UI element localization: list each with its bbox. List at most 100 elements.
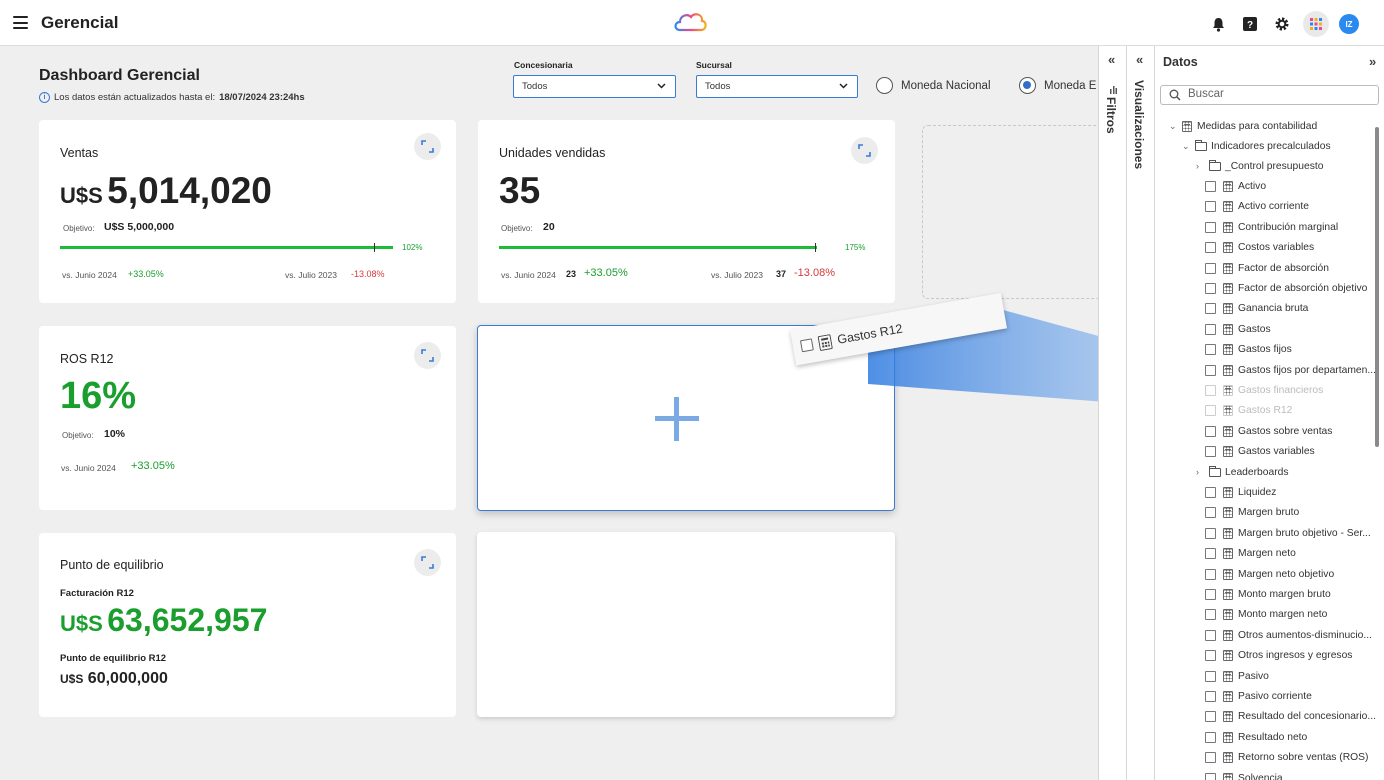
- tree-measure-item[interactable]: Solvencia: [1205, 769, 1283, 780]
- tree-measure-item[interactable]: Margen neto: [1205, 545, 1296, 563]
- calculator-icon: [1223, 670, 1233, 682]
- checkbox[interactable]: [1205, 527, 1216, 539]
- tree-measure-item[interactable]: Gastos sobre ventas: [1205, 422, 1332, 440]
- tree-measure-item[interactable]: Otros aumentos-disminucio...: [1205, 626, 1372, 644]
- checkbox[interactable]: [1205, 548, 1216, 560]
- tree-folder[interactable]: › Leaderboards: [1196, 463, 1289, 481]
- checkbox[interactable]: [1205, 670, 1216, 682]
- filtros-pane[interactable]: « Filtros: [1098, 46, 1126, 780]
- checkbox[interactable]: [1205, 507, 1216, 519]
- tree-measure-item[interactable]: Factor de absorción: [1205, 259, 1329, 277]
- filtros-label[interactable]: Filtros: [1104, 97, 1118, 134]
- datos-title: Datos: [1163, 55, 1198, 69]
- search-input[interactable]: Buscar: [1160, 85, 1379, 105]
- checkbox[interactable]: [1205, 629, 1216, 641]
- tree-measure-item[interactable]: Activo corriente: [1205, 198, 1309, 216]
- tree-item-label: Monto margen neto: [1238, 609, 1328, 621]
- calculator-icon: [1223, 425, 1233, 437]
- chevron-down-icon[interactable]: ⌄: [1182, 141, 1191, 152]
- tree-item-label: Retorno sobre ventas (ROS): [1238, 752, 1369, 764]
- tree-item-label: Gastos sobre ventas: [1238, 425, 1333, 437]
- chevron-right-icon[interactable]: ›: [1196, 467, 1205, 477]
- checkbox[interactable]: [1205, 262, 1216, 274]
- tree-measure-item[interactable]: Liquidez: [1205, 483, 1276, 501]
- calculator-icon: [1223, 629, 1233, 641]
- tree-measure-item[interactable]: Margen bruto: [1205, 504, 1299, 522]
- tree-measure-item[interactable]: Pasivo corriente: [1205, 687, 1312, 705]
- tree-measure-item[interactable]: Costos variables: [1205, 239, 1314, 257]
- tree-folder-indicadores[interactable]: ⌄ Indicadores precalculados: [1182, 137, 1331, 155]
- checkbox[interactable]: [1205, 425, 1216, 437]
- checkbox[interactable]: [1205, 690, 1216, 702]
- checkbox[interactable]: [1205, 323, 1216, 335]
- chevron-right-icon[interactable]: ›: [1196, 161, 1205, 171]
- checkbox[interactable]: [1205, 364, 1216, 376]
- checkbox[interactable]: [1205, 180, 1216, 192]
- checkbox[interactable]: [1205, 446, 1216, 458]
- tree-measure-item[interactable]: Gastos: [1205, 320, 1271, 338]
- tree-measure-item[interactable]: Resultado del concesionario...: [1205, 708, 1376, 726]
- tree-measure-item[interactable]: Gastos variables: [1205, 443, 1315, 461]
- checkbox[interactable]: [1205, 588, 1216, 600]
- tree-measure-item[interactable]: Gastos financieros: [1205, 381, 1323, 399]
- tree-measure-item[interactable]: Retorno sobre ventas (ROS): [1205, 749, 1368, 767]
- calculator-icon: [1223, 690, 1233, 702]
- chevron-down-icon[interactable]: ⌄: [1169, 121, 1178, 132]
- calculator-icon: [1223, 548, 1233, 560]
- checkbox[interactable]: [1205, 650, 1216, 662]
- checkbox[interactable]: [1205, 731, 1216, 743]
- checkbox[interactable]: [1205, 384, 1216, 396]
- checkbox[interactable]: [1205, 201, 1216, 213]
- visualizaciones-label[interactable]: Visualizaciones: [1132, 80, 1146, 169]
- tree-measure-item[interactable]: Gastos R12: [1205, 402, 1292, 420]
- checkbox[interactable]: [1205, 486, 1216, 498]
- tree-measure-item[interactable]: Resultado neto: [1205, 728, 1307, 746]
- datos-pane: Datos » Buscar ⌄ Medidas para contabilid…: [1154, 46, 1384, 780]
- tree-item-label: _Control presupuesto: [1225, 160, 1324, 172]
- checkbox[interactable]: [1205, 568, 1216, 580]
- calculator-icon: [1223, 711, 1233, 723]
- tree-measure-item[interactable]: Otros ingresos y egresos: [1205, 647, 1352, 665]
- tree-item-label: Factor de absorción: [1238, 262, 1330, 274]
- folder-label: Indicadores precalculados: [1211, 140, 1331, 152]
- tree-measure-item[interactable]: Gastos fijos: [1205, 341, 1292, 359]
- checkbox[interactable]: [1205, 405, 1216, 417]
- tree-measure-item[interactable]: Monto margen neto: [1205, 606, 1327, 624]
- checkbox[interactable]: [1205, 609, 1216, 621]
- tree-root[interactable]: ⌄ Medidas para contabilidad: [1169, 117, 1317, 135]
- tree-measure-item[interactable]: Gastos fijos por departamen...: [1205, 361, 1376, 379]
- tree-folder[interactable]: › _Control presupuesto: [1196, 157, 1323, 175]
- tree-item-label: Contribución marginal: [1238, 221, 1339, 233]
- calculator-icon: [1223, 201, 1233, 213]
- tree-item-label: Gastos fijos por departamen...: [1238, 364, 1376, 376]
- folder-icon: [1209, 465, 1221, 477]
- tree-measure-item[interactable]: Margen neto objetivo: [1205, 565, 1334, 583]
- tree-measure-item[interactable]: Factor de absorción objetivo: [1205, 279, 1367, 297]
- tree-measure-item[interactable]: Pasivo: [1205, 667, 1269, 685]
- calculator-icon: [1223, 180, 1233, 192]
- checkbox[interactable]: [1205, 282, 1216, 294]
- tree-measure-item[interactable]: Activo: [1205, 177, 1266, 195]
- tree-measure-item[interactable]: Monto margen bruto: [1205, 585, 1331, 603]
- calculator-icon: [1223, 527, 1233, 539]
- checkbox[interactable]: [1205, 711, 1216, 723]
- tree-measure-item[interactable]: Ganancia bruta: [1205, 300, 1308, 318]
- folder-icon: [1195, 139, 1207, 151]
- collapse-left-icon[interactable]: «: [1108, 52, 1115, 67]
- checkbox[interactable]: [1205, 752, 1216, 764]
- checkbox[interactable]: [1205, 221, 1216, 233]
- scrollbar[interactable]: [1375, 127, 1379, 447]
- checkbox[interactable]: [1205, 772, 1216, 780]
- collapse-right-icon[interactable]: »: [1369, 54, 1376, 69]
- collapse-left-icon[interactable]: «: [1136, 52, 1143, 67]
- calculator-icon: [1223, 323, 1233, 335]
- visualizaciones-pane[interactable]: « Visualizaciones: [1126, 46, 1154, 780]
- calculator-icon: [1223, 650, 1233, 662]
- checkbox: [799, 338, 814, 353]
- checkbox[interactable]: [1205, 344, 1216, 356]
- tree-measure-item[interactable]: Margen bruto objetivo - Ser...: [1205, 524, 1371, 542]
- checkbox[interactable]: [1205, 242, 1216, 254]
- checkbox[interactable]: [1205, 303, 1216, 315]
- tree-item-label: Ganancia bruta: [1238, 303, 1309, 315]
- tree-measure-item[interactable]: Contribución marginal: [1205, 218, 1338, 236]
